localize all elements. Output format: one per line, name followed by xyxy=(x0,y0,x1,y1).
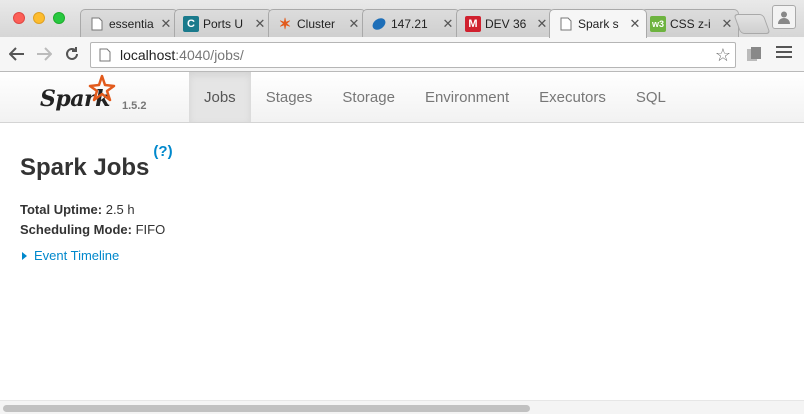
tab-title: Ports U xyxy=(203,16,244,31)
minimize-window-button[interactable] xyxy=(33,12,45,24)
arrow-left-icon xyxy=(9,47,24,61)
tab-title: Spark s xyxy=(578,17,619,31)
c-logo-icon: C xyxy=(183,15,199,32)
tab-title: essentia xyxy=(109,16,154,31)
tab-environment[interactable]: Environment xyxy=(410,72,524,122)
event-timeline-label: Event Timeline xyxy=(34,248,120,263)
close-window-button[interactable] xyxy=(13,12,25,24)
uptime-label: Total Uptime: xyxy=(20,202,103,217)
url-text: localhost:4040/jobs/ xyxy=(120,47,244,63)
spark-logo[interactable]: Spark 1.5.2 xyxy=(30,74,180,122)
browser-tab[interactable]: 147.21 ✕ xyxy=(362,9,460,37)
browser-tab[interactable]: M DEV 36 ✕ xyxy=(456,9,554,37)
url-path: :4040/jobs/ xyxy=(175,47,244,63)
profile-button[interactable] xyxy=(772,5,796,29)
document-icon xyxy=(89,16,105,32)
reload-icon xyxy=(66,47,78,60)
browser-tab-active[interactable]: Spark s ✕ xyxy=(549,9,647,38)
browser-tab[interactable]: C Ports U ✕ xyxy=(174,9,272,37)
leaf-icon xyxy=(371,16,387,32)
spark-star-icon xyxy=(88,74,116,102)
url-host: localhost xyxy=(120,47,176,63)
scheduling-mode-value: FIFO xyxy=(135,222,166,237)
tab-stages[interactable]: Stages xyxy=(251,72,328,122)
address-bar[interactable]: localhost:4040/jobs/ ☆ xyxy=(90,42,736,68)
page-title-text: Spark Jobs xyxy=(20,154,150,181)
close-tab-icon[interactable]: ✕ xyxy=(348,16,360,32)
tab-storage[interactable]: Storage xyxy=(327,72,410,122)
new-tab-button[interactable] xyxy=(733,14,771,34)
horizontal-scrollbar[interactable] xyxy=(0,400,804,414)
forward-button[interactable] xyxy=(33,43,55,65)
arrow-right-icon xyxy=(37,47,52,61)
menu-button[interactable] xyxy=(776,46,792,62)
close-tab-icon[interactable]: ✕ xyxy=(160,16,172,32)
tab-sql[interactable]: SQL xyxy=(621,72,681,122)
close-tab-icon[interactable]: ✕ xyxy=(254,16,266,32)
tab-title: Cluster xyxy=(297,16,336,31)
caret-right-icon xyxy=(22,251,27,260)
tab-executors[interactable]: Executors xyxy=(524,72,621,122)
back-button[interactable] xyxy=(6,43,28,65)
page-icon xyxy=(97,48,113,62)
w3-logo-icon: w3 xyxy=(650,15,666,32)
spark-nav-tabs: Jobs Stages Storage Environment Executor… xyxy=(189,72,681,122)
spark-version: 1.5.2 xyxy=(122,100,147,112)
summary-scheduling-mode: Scheduling Mode: FIFO xyxy=(20,220,165,240)
summary-uptime: Total Uptime: 2.5 h xyxy=(20,200,165,220)
close-tab-icon[interactable]: ✕ xyxy=(536,16,548,32)
help-link[interactable]: (?) xyxy=(153,143,172,160)
scrollbar-thumb[interactable] xyxy=(3,405,530,412)
browser-tab[interactable]: ✶ Cluster ✕ xyxy=(268,9,366,37)
page-title: Spark Jobs(?) xyxy=(20,143,173,182)
browser-toolbar: localhost:4040/jobs/ ☆ xyxy=(0,37,804,72)
browser-tab[interactable]: essentia ✕ xyxy=(80,9,178,37)
tab-title: CSS z-i xyxy=(670,16,711,31)
uptime-value: 2.5 h xyxy=(105,202,135,217)
tab-title: 147.21 xyxy=(391,16,428,31)
close-tab-icon[interactable]: ✕ xyxy=(442,16,454,32)
bookmark-star-icon[interactable]: ☆ xyxy=(715,45,731,66)
browser-tab[interactable]: w3 CSS z-i ✕ xyxy=(641,9,739,37)
zoom-window-button[interactable] xyxy=(53,12,65,24)
extension-icon[interactable] xyxy=(745,45,763,63)
person-icon xyxy=(778,11,790,24)
document-icon xyxy=(558,16,574,32)
scheduling-mode-label: Scheduling Mode: xyxy=(20,222,132,237)
browser-titlebar: essentia ✕ C Ports U ✕ ✶ Cluster ✕ 147.2… xyxy=(0,0,804,38)
spark-star-icon: ✶ xyxy=(278,15,292,33)
jobs-summary: Total Uptime: 2.5 h Scheduling Mode: FIF… xyxy=(20,200,165,240)
m-logo-icon: M xyxy=(465,15,481,32)
event-timeline-toggle[interactable]: Event Timeline xyxy=(22,248,119,263)
close-tab-icon[interactable]: ✕ xyxy=(629,16,641,32)
help-icon: ? xyxy=(158,143,168,160)
close-tab-icon[interactable]: ✕ xyxy=(721,16,733,32)
reload-button[interactable] xyxy=(61,43,83,65)
spark-navbar: Spark 1.5.2 Jobs Stages Storage Environm… xyxy=(0,72,804,123)
tab-jobs[interactable]: Jobs xyxy=(189,72,251,122)
tab-title: DEV 36 xyxy=(485,16,527,31)
